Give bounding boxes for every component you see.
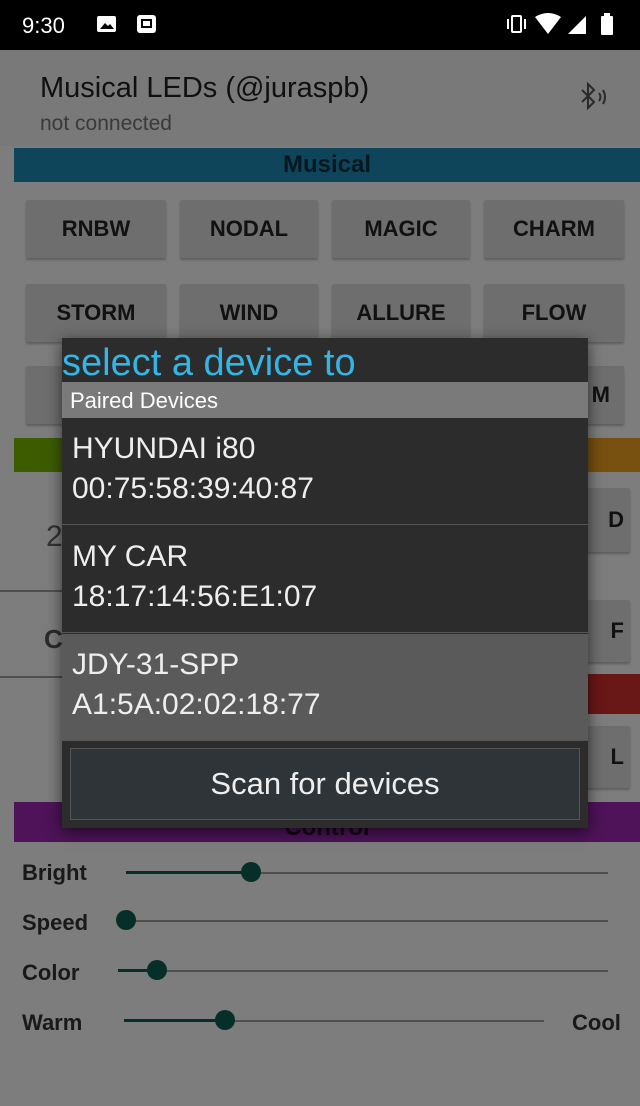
scan-for-devices-button[interactable]: Scan for devices: [70, 748, 580, 820]
device-name: MY CAR: [72, 540, 189, 573]
device-address: 00:75:58:39:40:87: [72, 472, 314, 505]
device-item-1[interactable]: HYUNDAI i80 00:75:58:39:40:87: [62, 418, 588, 525]
wifi-icon: [535, 13, 561, 34]
status-time: 9:30: [22, 13, 65, 38]
device-address: A1:5A:02:02:18:77: [72, 688, 321, 721]
gallery-notification-icon: [97, 16, 116, 32]
app-notification-icon: [137, 15, 156, 33]
device-item-2[interactable]: MY CAR 18:17:14:56:E1:07: [62, 526, 588, 633]
device-picker-dialog: select a device to Paired Devices HYUNDA…: [62, 338, 588, 828]
paired-devices-header: Paired Devices: [62, 382, 588, 418]
device-address: 18:17:14:56:E1:07: [72, 580, 318, 613]
vibrate-icon: [507, 15, 526, 33]
device-name: HYUNDAI i80: [72, 432, 256, 465]
device-name: JDY-31-SPP: [72, 648, 240, 681]
battery-icon: [601, 13, 613, 35]
device-item-3[interactable]: JDY-31-SPP A1:5A:02:02:18:77: [62, 634, 588, 741]
dialog-title: select a device to: [62, 342, 356, 384]
status-bar: 9:30: [0, 0, 640, 50]
signal-icon: [568, 16, 586, 34]
